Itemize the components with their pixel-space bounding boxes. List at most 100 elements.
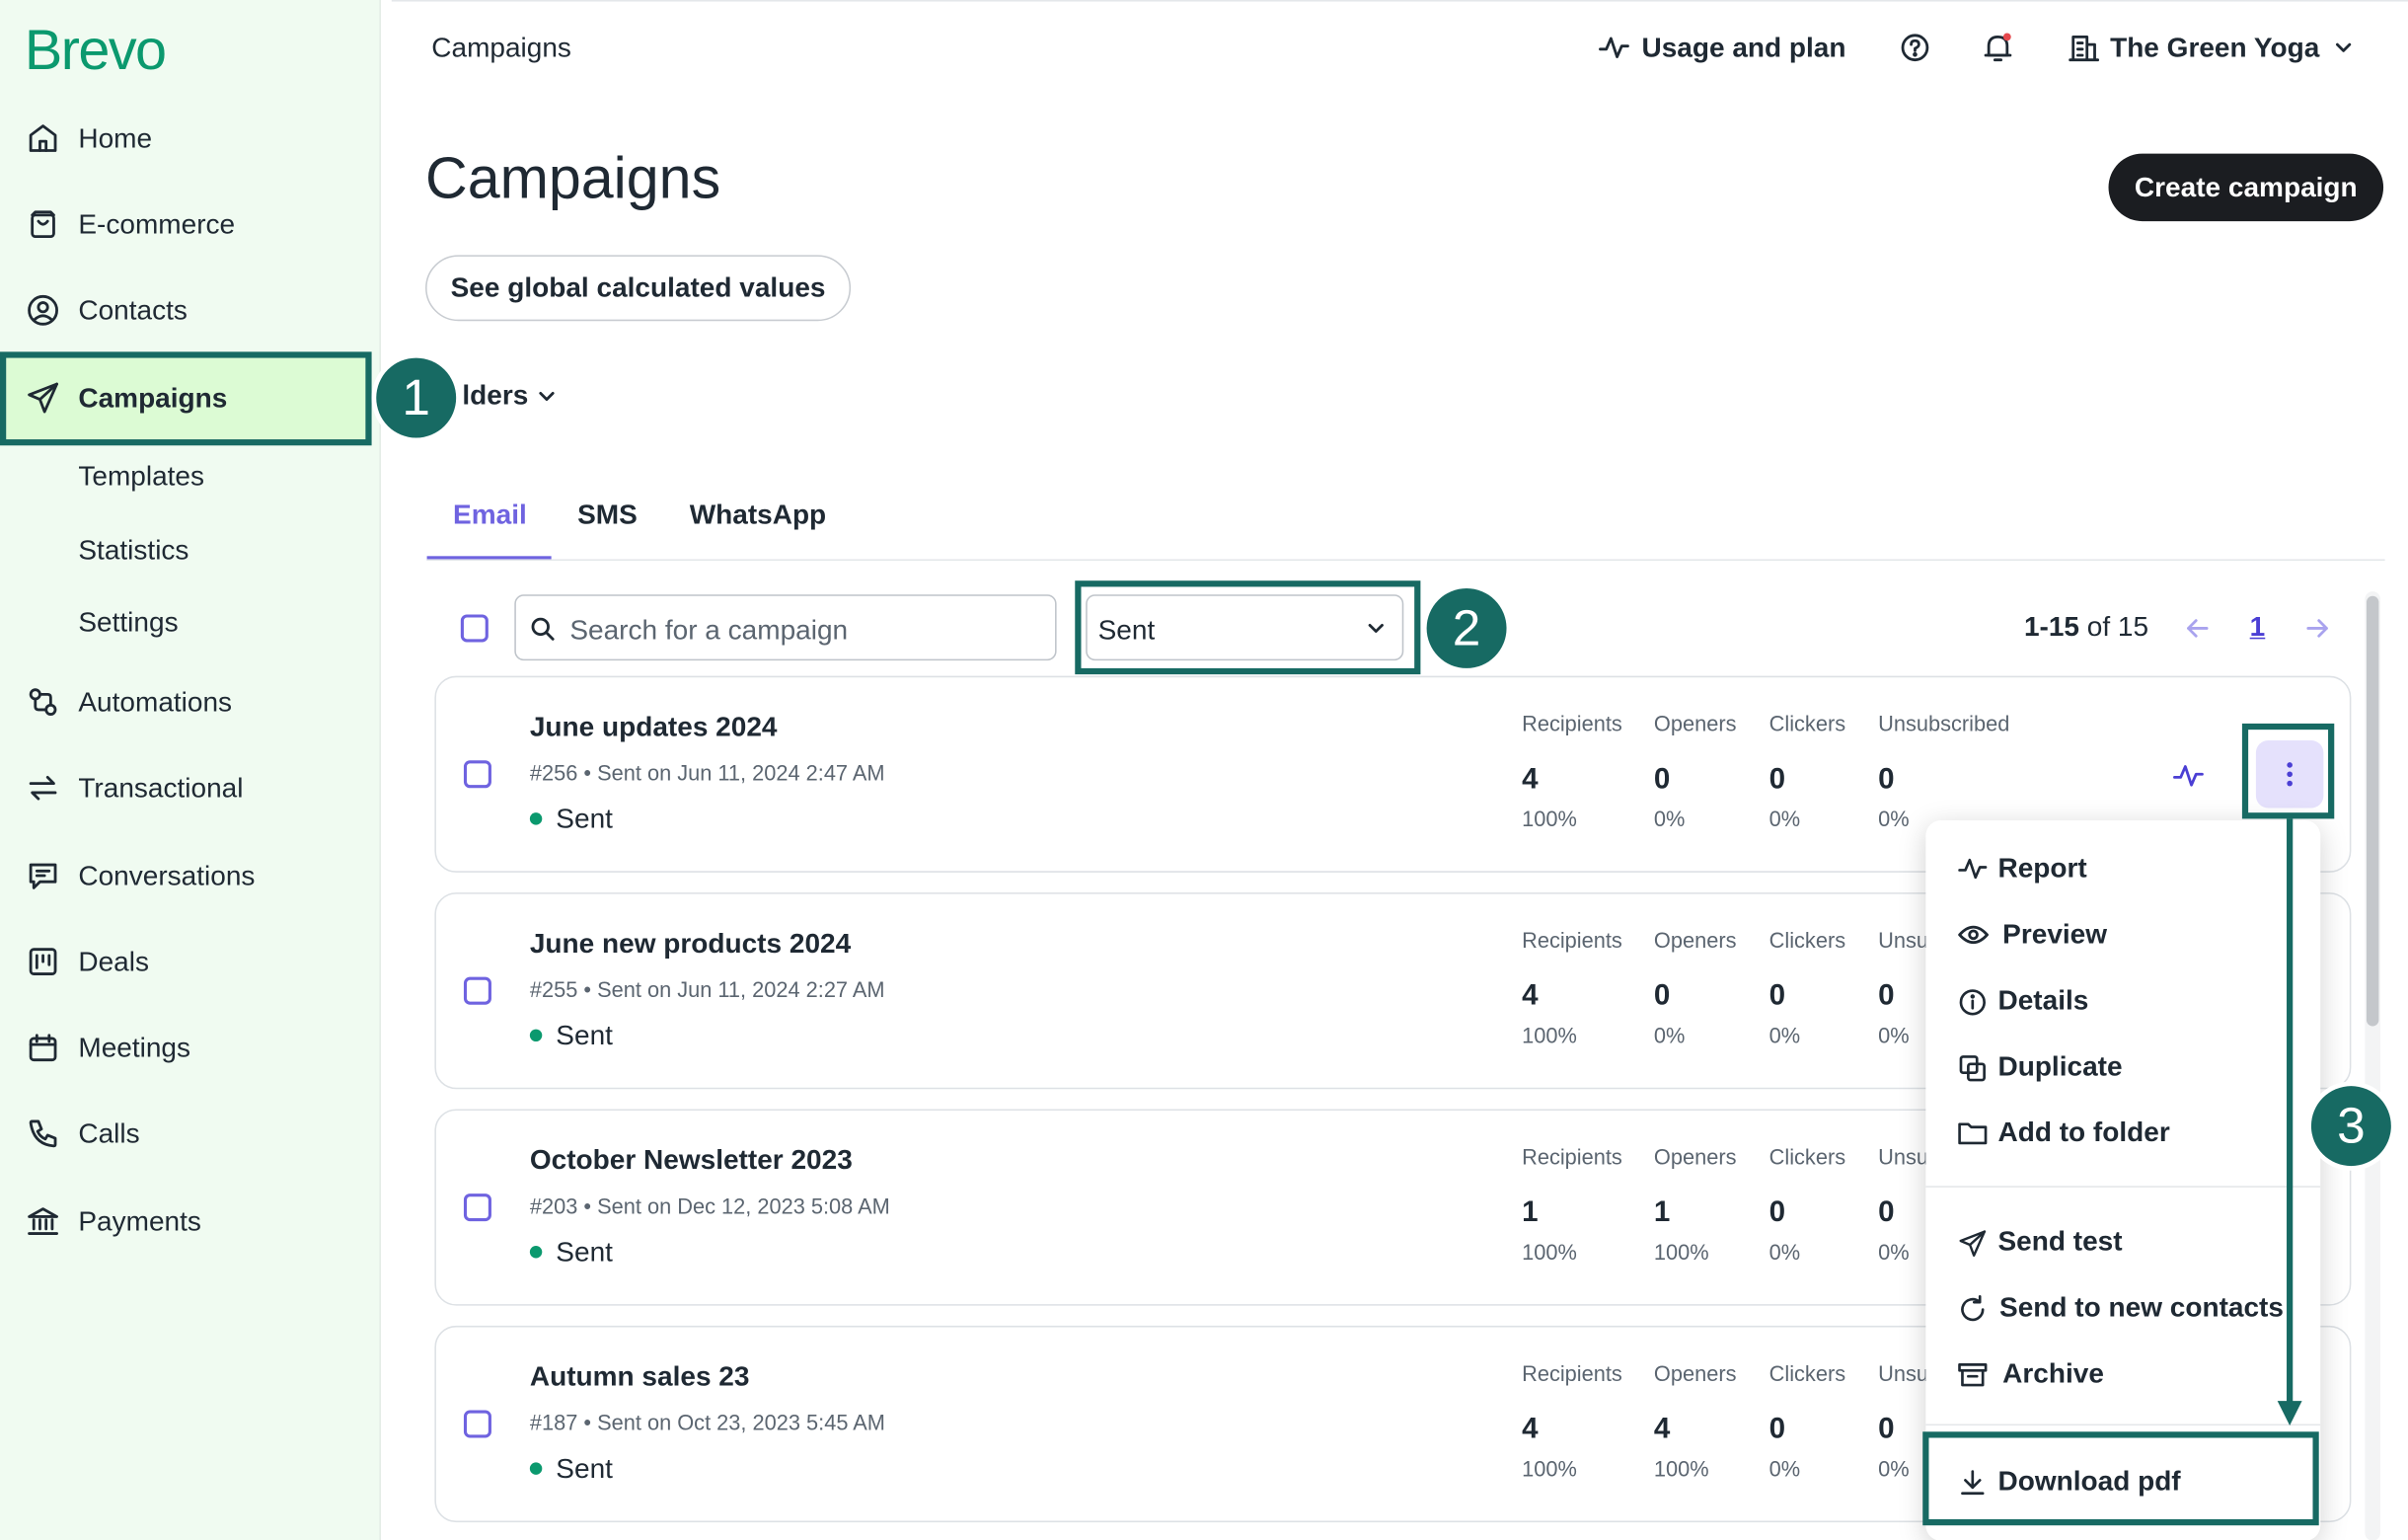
status-badge: Sent — [529, 1020, 613, 1052]
sidebar-subitem-statistics[interactable]: Statistics — [78, 535, 188, 568]
stat-unsubscribed: Unsu 0 0% — [1878, 1144, 1928, 1265]
openers-percent: 100% — [1653, 1239, 1709, 1265]
sidebar-item-calls[interactable]: Calls — [0, 1100, 381, 1167]
sidebar-item-automations[interactable]: Automations — [0, 668, 381, 735]
clickers-percent: 0% — [1768, 1239, 1801, 1265]
row-checkbox[interactable] — [463, 1410, 491, 1438]
sidebar-item-deals[interactable]: Deals — [0, 928, 381, 995]
recipients-count: 4 — [1522, 979, 1539, 1013]
stat-openers: Openers 1 100% — [1653, 1144, 1737, 1265]
openers-percent: 0% — [1653, 806, 1686, 831]
sidebar-item-label: Automations — [78, 686, 233, 718]
unsubscribed-percent: 0% — [1878, 806, 1910, 831]
arrow-left-icon[interactable] — [2184, 614, 2212, 642]
status-badge: Sent — [529, 803, 613, 836]
sidebar-item-ecommerce[interactable]: E-commerce — [0, 191, 381, 258]
duplicate-icon — [1959, 1055, 1986, 1082]
highlight-campaigns — [0, 351, 372, 446]
sidebar-item-home[interactable]: Home — [0, 105, 381, 172]
kanban-icon — [29, 948, 57, 975]
pagination-total: of 15 — [2086, 611, 2149, 643]
scrollbar-thumb[interactable] — [2366, 595, 2379, 1027]
unsubscribed-percent: 0% — [1878, 1456, 1910, 1482]
recipients-percent: 100% — [1522, 1023, 1577, 1048]
page-title: Campaigns — [425, 147, 721, 212]
campaign-name[interactable]: June new products 2024 — [530, 928, 851, 961]
sidebar-subitem-settings[interactable]: Settings — [78, 607, 178, 640]
pagination-page[interactable]: 1 — [2250, 611, 2266, 644]
folders-dropdown[interactable]: lders — [462, 379, 528, 412]
sidebar: Brevo Home E-commerce Contacts Campaigns… — [0, 0, 381, 1540]
arrows-swap-icon — [29, 775, 57, 801]
campaign-id: #203 — [529, 1194, 578, 1218]
sidebar-item-payments[interactable]: Payments — [0, 1188, 381, 1255]
stat-clickers: Clickers 0 0% — [1768, 711, 1846, 831]
search-input[interactable]: Search for a campaign — [514, 594, 1057, 661]
brevo-logo[interactable]: Brevo — [25, 19, 167, 83]
automation-icon — [29, 688, 57, 716]
stat-openers: Openers 4 100% — [1653, 1360, 1737, 1482]
sidebar-item-label: Home — [78, 122, 153, 154]
row-checkbox[interactable] — [463, 976, 491, 1005]
campaign-meta: #187 • Sent on Oct 23, 2023 5:45 AM — [529, 1410, 885, 1435]
eye-icon — [1958, 925, 1989, 945]
global-values-button[interactable]: See global calculated values — [425, 255, 852, 322]
info-icon — [1959, 989, 1986, 1016]
status-text: Sent — [556, 803, 613, 834]
chat-icon — [29, 863, 57, 889]
unsubscribed-count: 0 — [1878, 1196, 1895, 1229]
highlight-more-options — [2241, 723, 2335, 819]
campaign-name[interactable]: June updates 2024 — [530, 711, 778, 743]
arrow-right-icon[interactable] — [2303, 614, 2331, 642]
sidebar-item-meetings[interactable]: Meetings — [0, 1014, 381, 1081]
tab-whatsapp[interactable]: WhatsApp — [690, 500, 826, 532]
sidebar-item-conversations[interactable]: Conversations — [0, 842, 381, 909]
annotation-arrow-line — [2287, 818, 2294, 1403]
sidebar-item-label: Meetings — [78, 1032, 191, 1063]
sidebar-item-label: Calls — [78, 1117, 140, 1149]
bank-icon — [28, 1207, 58, 1235]
sidebar-item-label: E-commerce — [78, 208, 236, 240]
help-icon[interactable] — [1900, 33, 1930, 63]
select-all-checkbox[interactable] — [460, 614, 489, 643]
sidebar-item-contacts[interactable]: Contacts — [0, 276, 381, 344]
openers-count: 1 — [1653, 1196, 1671, 1229]
status-text: Sent — [556, 1236, 613, 1268]
usage-and-plan-link[interactable]: Usage and plan — [1641, 33, 1845, 65]
campaign-name[interactable]: October Newsletter 2023 — [530, 1144, 853, 1177]
tab-email[interactable]: Email — [453, 500, 527, 532]
campaign-sent-date: Sent on Oct 23, 2023 5:45 AM — [597, 1410, 885, 1435]
shopping-bag-icon — [31, 210, 55, 239]
sidebar-item-label: Payments — [78, 1205, 201, 1237]
create-campaign-button[interactable]: Create campaign — [2108, 153, 2384, 222]
bell-icon[interactable] — [1981, 31, 2014, 64]
openers-percent: 100% — [1653, 1456, 1709, 1482]
recipients-count: 1 — [1522, 1196, 1539, 1229]
chevron-down-icon[interactable] — [2333, 37, 2355, 58]
account-switcher[interactable]: The Green Yoga — [2110, 33, 2319, 65]
topbar-divider — [391, 0, 2408, 2]
activity-icon — [1599, 37, 1629, 58]
annotation-badge-3: 3 — [2310, 1086, 2391, 1167]
recipients-percent: 100% — [1522, 806, 1577, 831]
chevron-down-icon[interactable] — [536, 386, 558, 408]
topbar-title: Campaigns — [431, 32, 571, 63]
home-icon — [29, 124, 57, 152]
sidebar-subitem-templates[interactable]: Templates — [78, 461, 204, 494]
tab-sms[interactable]: SMS — [577, 500, 638, 532]
openers-count: 0 — [1653, 763, 1671, 797]
stat-recipients: Recipients 1 100% — [1522, 1144, 1622, 1265]
openers-count: 4 — [1653, 1413, 1671, 1446]
row-checkbox[interactable] — [463, 1194, 491, 1222]
campaign-name[interactable]: Autumn sales 23 — [530, 1361, 750, 1394]
campaign-id: #187 — [529, 1410, 578, 1435]
campaign-sent-date: Sent on Jun 11, 2024 2:27 AM — [597, 976, 885, 1002]
row-checkbox[interactable] — [463, 760, 491, 789]
sidebar-item-transactional[interactable]: Transactional — [0, 754, 381, 821]
activity-icon[interactable] — [2173, 762, 2204, 790]
sidebar-item-label: Transactional — [78, 772, 244, 804]
campaign-meta: #203 • Sent on Dec 12, 2023 5:08 AM — [529, 1194, 890, 1218]
stat-clickers: Clickers 0 0% — [1768, 1144, 1846, 1265]
clickers-percent: 0% — [1768, 806, 1801, 831]
stat-openers: Openers 0 0% — [1653, 927, 1737, 1048]
